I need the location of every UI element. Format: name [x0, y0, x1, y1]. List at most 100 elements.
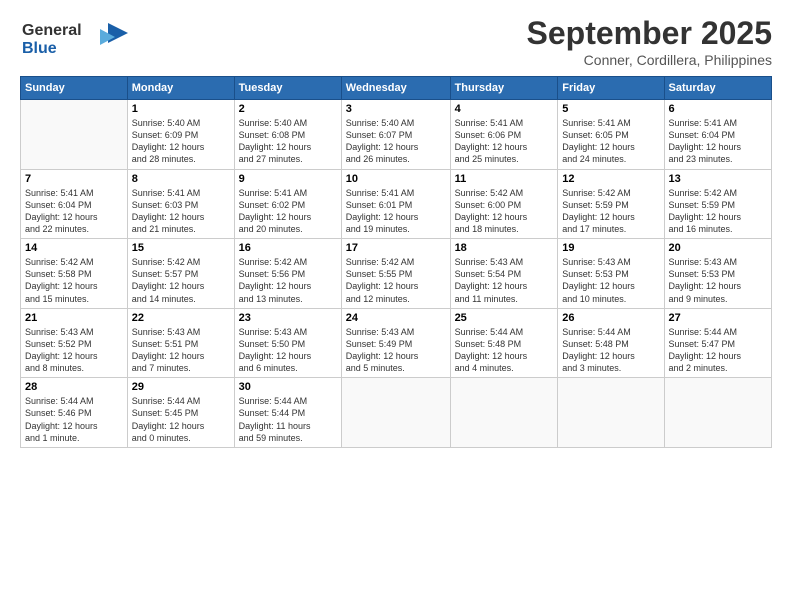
day-info: Sunrise: 5:44 AM Sunset: 5:47 PM Dayligh…: [669, 326, 767, 375]
day-info: Sunrise: 5:42 AM Sunset: 5:57 PM Dayligh…: [132, 256, 230, 305]
day-info: Sunrise: 5:40 AM Sunset: 6:09 PM Dayligh…: [132, 117, 230, 166]
week-row-3: 14Sunrise: 5:42 AM Sunset: 5:58 PM Dayli…: [21, 239, 772, 309]
day-info: Sunrise: 5:43 AM Sunset: 5:54 PM Dayligh…: [455, 256, 554, 305]
day-number: 6: [669, 103, 767, 115]
week-row-5: 28Sunrise: 5:44 AM Sunset: 5:46 PM Dayli…: [21, 378, 772, 448]
logo-text: General Blue: [20, 15, 130, 65]
day-info: Sunrise: 5:43 AM Sunset: 5:50 PM Dayligh…: [239, 326, 337, 375]
weekday-sunday: Sunday: [21, 77, 128, 100]
day-cell: 12 Sunrise: 5:42 AM Sunset: 5:59 PM Dayli…: [558, 169, 664, 239]
day-number: 24: [346, 312, 446, 324]
day-cell: 25Sunrise: 5:44 AM Sunset: 5:48 PM Dayli…: [450, 308, 558, 378]
week-row-4: 21 Sunrise: 5:43 AM Sunset: 5:52 PM Dayli…: [21, 308, 772, 378]
day-cell: 11 Sunrise: 5:42 AM Sunset: 6:00 PM Dayli…: [450, 169, 558, 239]
day-cell: 16 Sunrise: 5:42 AM Sunset: 5:56 PM Dayli…: [234, 239, 341, 309]
day-number: 14: [25, 242, 123, 254]
day-number: 10: [346, 173, 446, 185]
day-cell: 27Sunrise: 5:44 AM Sunset: 5:47 PM Dayli…: [664, 308, 771, 378]
day-info: Sunrise: 5:43 AM Sunset: 5:51 PM Dayligh…: [132, 326, 230, 375]
day-info: Sunrise: 5:42 AM Sunset: 5:56 PM Dayligh…: [239, 256, 337, 305]
day-cell: 9 Sunrise: 5:41 AM Sunset: 6:02 PM Daylig…: [234, 169, 341, 239]
page: General Blue September 2025 Conner, Cord…: [0, 0, 792, 612]
title-area: September 2025 Conner, Cordillera, Phili…: [527, 15, 772, 68]
day-cell: 24 Sunrise: 5:43 AM Sunset: 5:49 PM Dayli…: [341, 308, 450, 378]
day-number: 30: [239, 381, 337, 393]
day-info: Sunrise: 5:44 AM Sunset: 5:48 PM Dayligh…: [455, 326, 554, 375]
day-number: 12: [562, 173, 659, 185]
day-cell: 6 Sunrise: 5:41 AM Sunset: 6:04 PM Daylig…: [664, 100, 771, 170]
day-cell: 13Sunrise: 5:42 AM Sunset: 5:59 PM Dayli…: [664, 169, 771, 239]
day-number: 15: [132, 242, 230, 254]
day-info: Sunrise: 5:41 AM Sunset: 6:01 PM Dayligh…: [346, 187, 446, 236]
day-number: 18: [455, 242, 554, 254]
day-cell: 5 Sunrise: 5:41 AM Sunset: 6:05 PM Daylig…: [558, 100, 664, 170]
day-number: 11: [455, 173, 554, 185]
day-cell: [341, 378, 450, 448]
day-number: 13: [669, 173, 767, 185]
day-number: 5: [562, 103, 659, 115]
weekday-header-row: SundayMondayTuesdayWednesdayThursdayFrid…: [21, 77, 772, 100]
day-number: 21: [25, 312, 123, 324]
day-number: 17: [346, 242, 446, 254]
day-info: Sunrise: 5:42 AM Sunset: 5:59 PM Dayligh…: [562, 187, 659, 236]
day-info: Sunrise: 5:40 AM Sunset: 6:08 PM Dayligh…: [239, 117, 337, 166]
calendar-table: SundayMondayTuesdayWednesdayThursdayFrid…: [20, 76, 772, 448]
day-number: 1: [132, 103, 230, 115]
day-number: 20: [669, 242, 767, 254]
day-cell: 22 Sunrise: 5:43 AM Sunset: 5:51 PM Dayli…: [127, 308, 234, 378]
weekday-thursday: Thursday: [450, 77, 558, 100]
day-info: Sunrise: 5:44 AM Sunset: 5:46 PM Dayligh…: [25, 395, 123, 444]
day-number: 29: [132, 381, 230, 393]
day-number: 26: [562, 312, 659, 324]
day-cell: 1 Sunrise: 5:40 AM Sunset: 6:09 PM Daylig…: [127, 100, 234, 170]
day-cell: 8Sunrise: 5:41 AM Sunset: 6:03 PM Daylig…: [127, 169, 234, 239]
weekday-wednesday: Wednesday: [341, 77, 450, 100]
svg-text:Blue: Blue: [22, 40, 57, 57]
day-cell: 19 Sunrise: 5:43 AM Sunset: 5:53 PM Dayli…: [558, 239, 664, 309]
day-info: Sunrise: 5:43 AM Sunset: 5:53 PM Dayligh…: [669, 256, 767, 305]
weekday-monday: Monday: [127, 77, 234, 100]
day-info: Sunrise: 5:41 AM Sunset: 6:04 PM Dayligh…: [25, 187, 123, 236]
day-number: 16: [239, 242, 337, 254]
day-cell: 30 Sunrise: 5:44 AM Sunset: 5:44 PM Dayli…: [234, 378, 341, 448]
day-info: Sunrise: 5:44 AM Sunset: 5:44 PM Dayligh…: [239, 395, 337, 444]
day-info: Sunrise: 5:41 AM Sunset: 6:03 PM Dayligh…: [132, 187, 230, 236]
day-cell: 26 Sunrise: 5:44 AM Sunset: 5:48 PM Dayli…: [558, 308, 664, 378]
day-cell: 28Sunrise: 5:44 AM Sunset: 5:46 PM Dayli…: [21, 378, 128, 448]
day-cell: [558, 378, 664, 448]
location: Conner, Cordillera, Philippines: [527, 52, 772, 68]
day-cell: 23Sunrise: 5:43 AM Sunset: 5:50 PM Dayli…: [234, 308, 341, 378]
day-cell: [450, 378, 558, 448]
day-cell: 7Sunrise: 5:41 AM Sunset: 6:04 PM Daylig…: [21, 169, 128, 239]
day-info: Sunrise: 5:41 AM Sunset: 6:05 PM Dayligh…: [562, 117, 659, 166]
day-info: Sunrise: 5:43 AM Sunset: 5:49 PM Dayligh…: [346, 326, 446, 375]
day-number: 19: [562, 242, 659, 254]
day-cell: 20 Sunrise: 5:43 AM Sunset: 5:53 PM Dayli…: [664, 239, 771, 309]
day-cell: [664, 378, 771, 448]
day-number: 2: [239, 103, 337, 115]
day-number: 9: [239, 173, 337, 185]
day-info: Sunrise: 5:41 AM Sunset: 6:02 PM Dayligh…: [239, 187, 337, 236]
day-cell: 4 Sunrise: 5:41 AM Sunset: 6:06 PM Daylig…: [450, 100, 558, 170]
day-cell: 14Sunrise: 5:42 AM Sunset: 5:58 PM Dayli…: [21, 239, 128, 309]
day-number: 22: [132, 312, 230, 324]
day-cell: 10 Sunrise: 5:41 AM Sunset: 6:01 PM Dayli…: [341, 169, 450, 239]
day-info: Sunrise: 5:42 AM Sunset: 6:00 PM Dayligh…: [455, 187, 554, 236]
day-info: Sunrise: 5:43 AM Sunset: 5:53 PM Dayligh…: [562, 256, 659, 305]
day-cell: 2 Sunrise: 5:40 AM Sunset: 6:08 PM Daylig…: [234, 100, 341, 170]
month-title: September 2025: [527, 15, 772, 52]
day-number: 3: [346, 103, 446, 115]
week-row-1: 1 Sunrise: 5:40 AM Sunset: 6:09 PM Daylig…: [21, 100, 772, 170]
day-info: Sunrise: 5:41 AM Sunset: 6:06 PM Dayligh…: [455, 117, 554, 166]
day-info: Sunrise: 5:44 AM Sunset: 5:48 PM Dayligh…: [562, 326, 659, 375]
logo: General Blue: [20, 15, 130, 65]
day-cell: 29Sunrise: 5:44 AM Sunset: 5:45 PM Dayli…: [127, 378, 234, 448]
day-cell: 17Sunrise: 5:42 AM Sunset: 5:55 PM Dayli…: [341, 239, 450, 309]
day-info: Sunrise: 5:41 AM Sunset: 6:04 PM Dayligh…: [669, 117, 767, 166]
weekday-tuesday: Tuesday: [234, 77, 341, 100]
day-number: 4: [455, 103, 554, 115]
weekday-saturday: Saturday: [664, 77, 771, 100]
day-info: Sunrise: 5:43 AM Sunset: 5:52 PM Dayligh…: [25, 326, 123, 375]
day-cell: 21 Sunrise: 5:43 AM Sunset: 5:52 PM Dayli…: [21, 308, 128, 378]
svg-text:General: General: [22, 22, 82, 39]
